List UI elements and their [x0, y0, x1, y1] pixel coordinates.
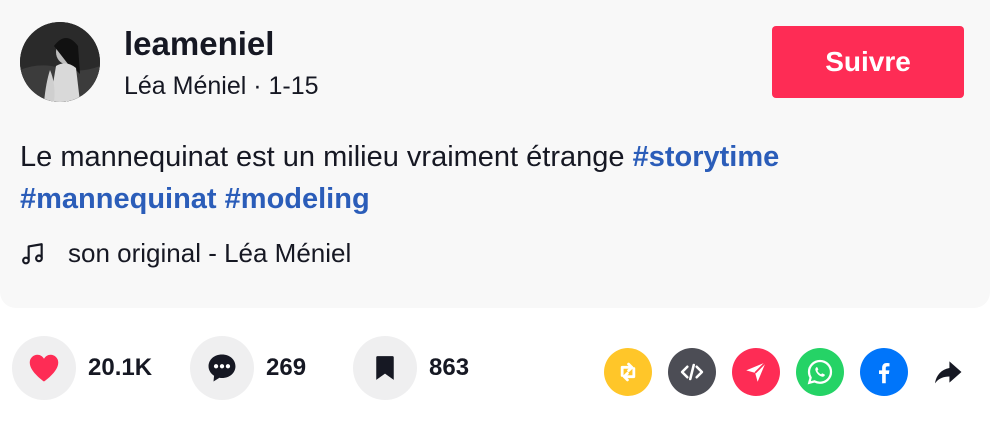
like-count: 20.1K: [88, 354, 153, 381]
hashtag-link[interactable]: #modeling: [225, 183, 370, 215]
music-label: son original - Léa Méniel: [68, 238, 352, 268]
send-icon: [746, 361, 767, 382]
music-note-icon: [22, 242, 43, 264]
hashtag-link[interactable]: #mannequinat: [20, 183, 217, 215]
author-username[interactable]: leameniel: [124, 24, 274, 64]
save-action: 863: [353, 336, 469, 400]
send-button[interactable]: [732, 348, 780, 396]
author-subline: Léa Méniel · 1-15: [124, 70, 319, 102]
comment-action: 269: [190, 336, 306, 400]
heart-icon: [29, 354, 59, 382]
video-info-card: leameniel Léa Méniel · 1-15 Suivre Le ma…: [0, 0, 990, 308]
caption-text: Le mannequinat est un milieu vraiment ét…: [20, 141, 625, 173]
like-action: 20.1K: [12, 336, 152, 400]
facebook-button[interactable]: [860, 348, 908, 396]
video-caption: Le mannequinat est un milieu vraiment ét…: [20, 136, 960, 220]
repost-icon: [620, 362, 636, 382]
whatsapp-icon: [807, 359, 833, 385]
follow-button[interactable]: Suivre: [772, 26, 964, 98]
save-button[interactable]: [353, 336, 417, 400]
hashtag-link[interactable]: #storytime: [633, 141, 780, 173]
music-link[interactable]: son original - Léa Méniel: [20, 238, 351, 269]
comment-button[interactable]: [190, 336, 254, 400]
share-more-button[interactable]: [924, 348, 972, 396]
avatar[interactable]: [20, 22, 100, 102]
embed-icon: [680, 363, 704, 381]
post-date: 1-15: [268, 72, 319, 100]
repost-button[interactable]: [604, 348, 652, 396]
bookmark-icon: [376, 356, 394, 380]
comment-icon: [208, 354, 236, 382]
date-separator: ·: [246, 72, 269, 100]
author-display-name[interactable]: Léa Méniel: [124, 72, 246, 100]
save-count: 863: [429, 354, 470, 381]
embed-button[interactable]: [668, 348, 716, 396]
action-bar: 20.1K 269 863: [0, 336, 990, 408]
comment-count: 269: [266, 354, 307, 381]
share-arrow-icon: [934, 361, 962, 384]
like-button[interactable]: [12, 336, 76, 400]
whatsapp-button[interactable]: [796, 348, 844, 396]
facebook-icon: [879, 363, 890, 384]
